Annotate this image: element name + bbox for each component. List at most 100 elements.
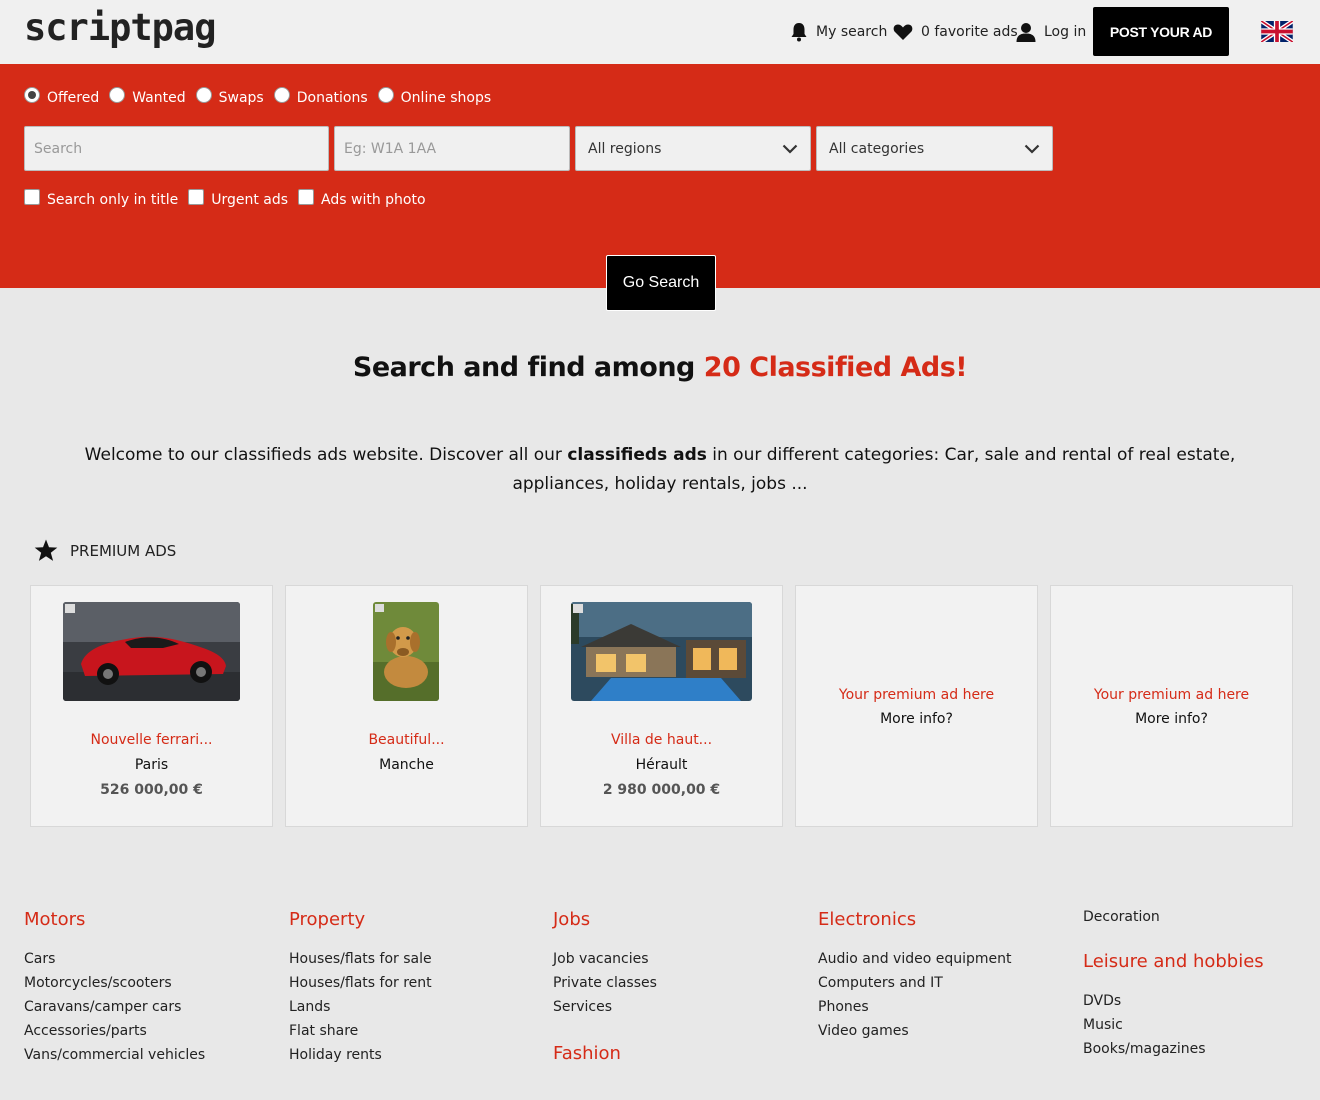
ad-price: 2 980 000,00 € <box>602 782 721 798</box>
category-property: Property Houses/flats for sale Houses/fl… <box>289 909 432 1069</box>
category-electronics: Electronics Audio and video equipment Co… <box>818 909 1011 1045</box>
ad-photo-dog[interactable] <box>373 602 439 701</box>
category-link[interactable]: Houses/flats for rent <box>289 973 432 997</box>
radio-button[interactable] <box>24 87 40 103</box>
premium-ads-header: PREMIUM ADS <box>34 539 176 562</box>
category-link[interactable]: Job vacancies <box>553 949 657 973</box>
category-link[interactable]: Motorcycles/scooters <box>24 973 205 997</box>
category-link[interactable]: Services <box>553 997 657 1021</box>
category-link-decoration[interactable]: Decoration <box>1083 909 1264 933</box>
favorites-link[interactable]: 0 favorite ads <box>893 20 1018 44</box>
region-select-value: All regions <box>588 140 662 157</box>
site-logo[interactable]: scriptpag <box>24 6 216 49</box>
category-link[interactable]: Music <box>1083 1015 1264 1039</box>
my-search-label: My search <box>816 24 888 40</box>
category-heading-fashion[interactable]: Fashion <box>553 1043 657 1067</box>
user-icon <box>1016 23 1036 42</box>
category-link[interactable]: Lands <box>289 997 432 1021</box>
star-icon <box>34 539 58 561</box>
intro-text: Welcome to our classifieds ads website. … <box>84 445 1236 494</box>
checkbox[interactable] <box>298 189 315 205</box>
chevron-down-icon <box>782 144 798 154</box>
category-link[interactable]: Holiday rents <box>289 1045 432 1069</box>
checkbox-title-only[interactable]: Search only in title <box>24 189 178 208</box>
category-link[interactable]: Flat share <box>289 1021 432 1045</box>
postcode-input[interactable] <box>334 126 570 171</box>
radio-button[interactable] <box>273 87 290 103</box>
radio-button[interactable] <box>377 87 394 103</box>
premium-ad-card[interactable]: Villa de haut... Hérault 2 980 000,00 € <box>540 585 783 827</box>
category-leisure: Decoration Leisure and hobbies DVDs Musi… <box>1083 909 1264 1063</box>
radio-donations[interactable]: Donations <box>273 87 368 106</box>
ad-title[interactable]: Beautiful... <box>286 732 527 748</box>
category-link[interactable]: DVDs <box>1083 991 1264 1015</box>
checkbox[interactable] <box>24 189 40 205</box>
premium-ad-placeholder[interactable]: Your premium ad here More info? <box>795 585 1038 827</box>
category-link[interactable]: Phones <box>818 997 1011 1021</box>
checkbox-with-photo[interactable]: Ads with photo <box>298 189 426 208</box>
login-link[interactable]: Log in <box>1016 20 1086 44</box>
headline-accent: 20 Classified Ads! <box>703 352 968 383</box>
more-info-link[interactable]: More info? <box>796 711 1037 727</box>
category-heading[interactable]: Property <box>289 909 432 933</box>
premium-ads-label: PREMIUM ADS <box>70 541 177 560</box>
more-info-link[interactable]: More info? <box>1051 711 1292 727</box>
premium-ad-placeholder[interactable]: Your premium ad here More info? <box>1050 585 1293 827</box>
ad-location: Hérault <box>635 757 688 773</box>
category-jobs: Jobs Job vacancies Private classes Servi… <box>553 909 657 1067</box>
site-header: scriptpag My search 0 favorite ads Log i… <box>0 0 1320 64</box>
checkbox[interactable] <box>188 189 205 205</box>
category-link[interactable]: Books/magazines <box>1083 1039 1264 1063</box>
page-title: Search and find among 20 Classified Ads! <box>0 352 1320 383</box>
search-options: Search only in title Urgent ads Ads with… <box>24 189 436 208</box>
login-label: Log in <box>1044 24 1087 40</box>
radio-wanted[interactable]: Wanted <box>109 87 186 106</box>
ad-location: Paris <box>134 757 169 773</box>
chevron-down-icon <box>1024 144 1040 154</box>
radio-button[interactable] <box>195 87 212 103</box>
radio-swaps[interactable]: Swaps <box>195 87 264 106</box>
premium-ad-card[interactable]: Nouvelle ferrari... Paris 526 000,00 € <box>30 585 273 827</box>
heart-icon <box>893 24 913 40</box>
ad-price: 526 000,00 € <box>100 782 203 798</box>
post-ad-button[interactable]: POST YOUR AD <box>1093 7 1229 56</box>
category-link[interactable]: Audio and video equipment <box>818 949 1011 973</box>
category-link[interactable]: Houses/flats for sale <box>289 949 432 973</box>
radio-online-shops[interactable]: Online shops <box>377 87 491 106</box>
category-link[interactable]: Video games <box>818 1021 1011 1045</box>
ad-photo-villa-pool[interactable] <box>571 602 752 701</box>
category-heading[interactable]: Jobs <box>553 909 657 933</box>
uk-flag-icon[interactable] <box>1261 21 1293 42</box>
category-select[interactable]: All categories <box>816 126 1053 171</box>
region-select[interactable]: All regions <box>575 126 811 171</box>
my-search-link[interactable]: My search <box>790 20 887 44</box>
checkbox-urgent[interactable]: Urgent ads <box>188 189 288 208</box>
placeholder-title[interactable]: Your premium ad here <box>1051 687 1292 703</box>
category-heading[interactable]: Motors <box>24 909 205 933</box>
intro-bold: classifieds ads <box>567 445 707 465</box>
category-link[interactable]: Caravans/camper cars <box>24 997 205 1021</box>
category-heading[interactable]: Leisure and hobbies <box>1083 951 1264 975</box>
category-link[interactable]: Private classes <box>553 973 657 997</box>
category-heading[interactable]: Electronics <box>818 909 1011 933</box>
category-link[interactable]: Vans/commercial vehicles <box>24 1045 205 1069</box>
bell-icon <box>791 23 807 42</box>
premium-ad-card[interactable]: Beautiful... Manche <box>285 585 528 827</box>
favorites-label: 0 favorite ads <box>921 24 1018 40</box>
go-search-button[interactable]: Go Search <box>606 255 716 311</box>
ad-photo-red-sports-car[interactable] <box>63 602 240 701</box>
category-link[interactable]: Cars <box>24 949 205 973</box>
ad-title[interactable]: Nouvelle ferrari... <box>31 732 272 748</box>
ad-location: Manche <box>379 757 434 773</box>
radio-button[interactable] <box>109 87 126 103</box>
category-link[interactable]: Accessories/parts <box>24 1021 205 1045</box>
category-link[interactable]: Computers and IT <box>818 973 1011 997</box>
radio-offered[interactable]: Offered <box>24 87 99 106</box>
ad-title[interactable]: Villa de haut... <box>541 732 782 748</box>
placeholder-title[interactable]: Your premium ad here <box>796 687 1037 703</box>
category-select-value: All categories <box>829 140 925 157</box>
ad-type-radio-group: Offered Wanted Swaps Donations Online sh… <box>24 87 501 106</box>
search-input[interactable] <box>24 126 329 171</box>
category-motors: Motors Cars Motorcycles/scooters Caravan… <box>24 909 205 1069</box>
headline-prefix: Search and find among <box>352 352 704 383</box>
